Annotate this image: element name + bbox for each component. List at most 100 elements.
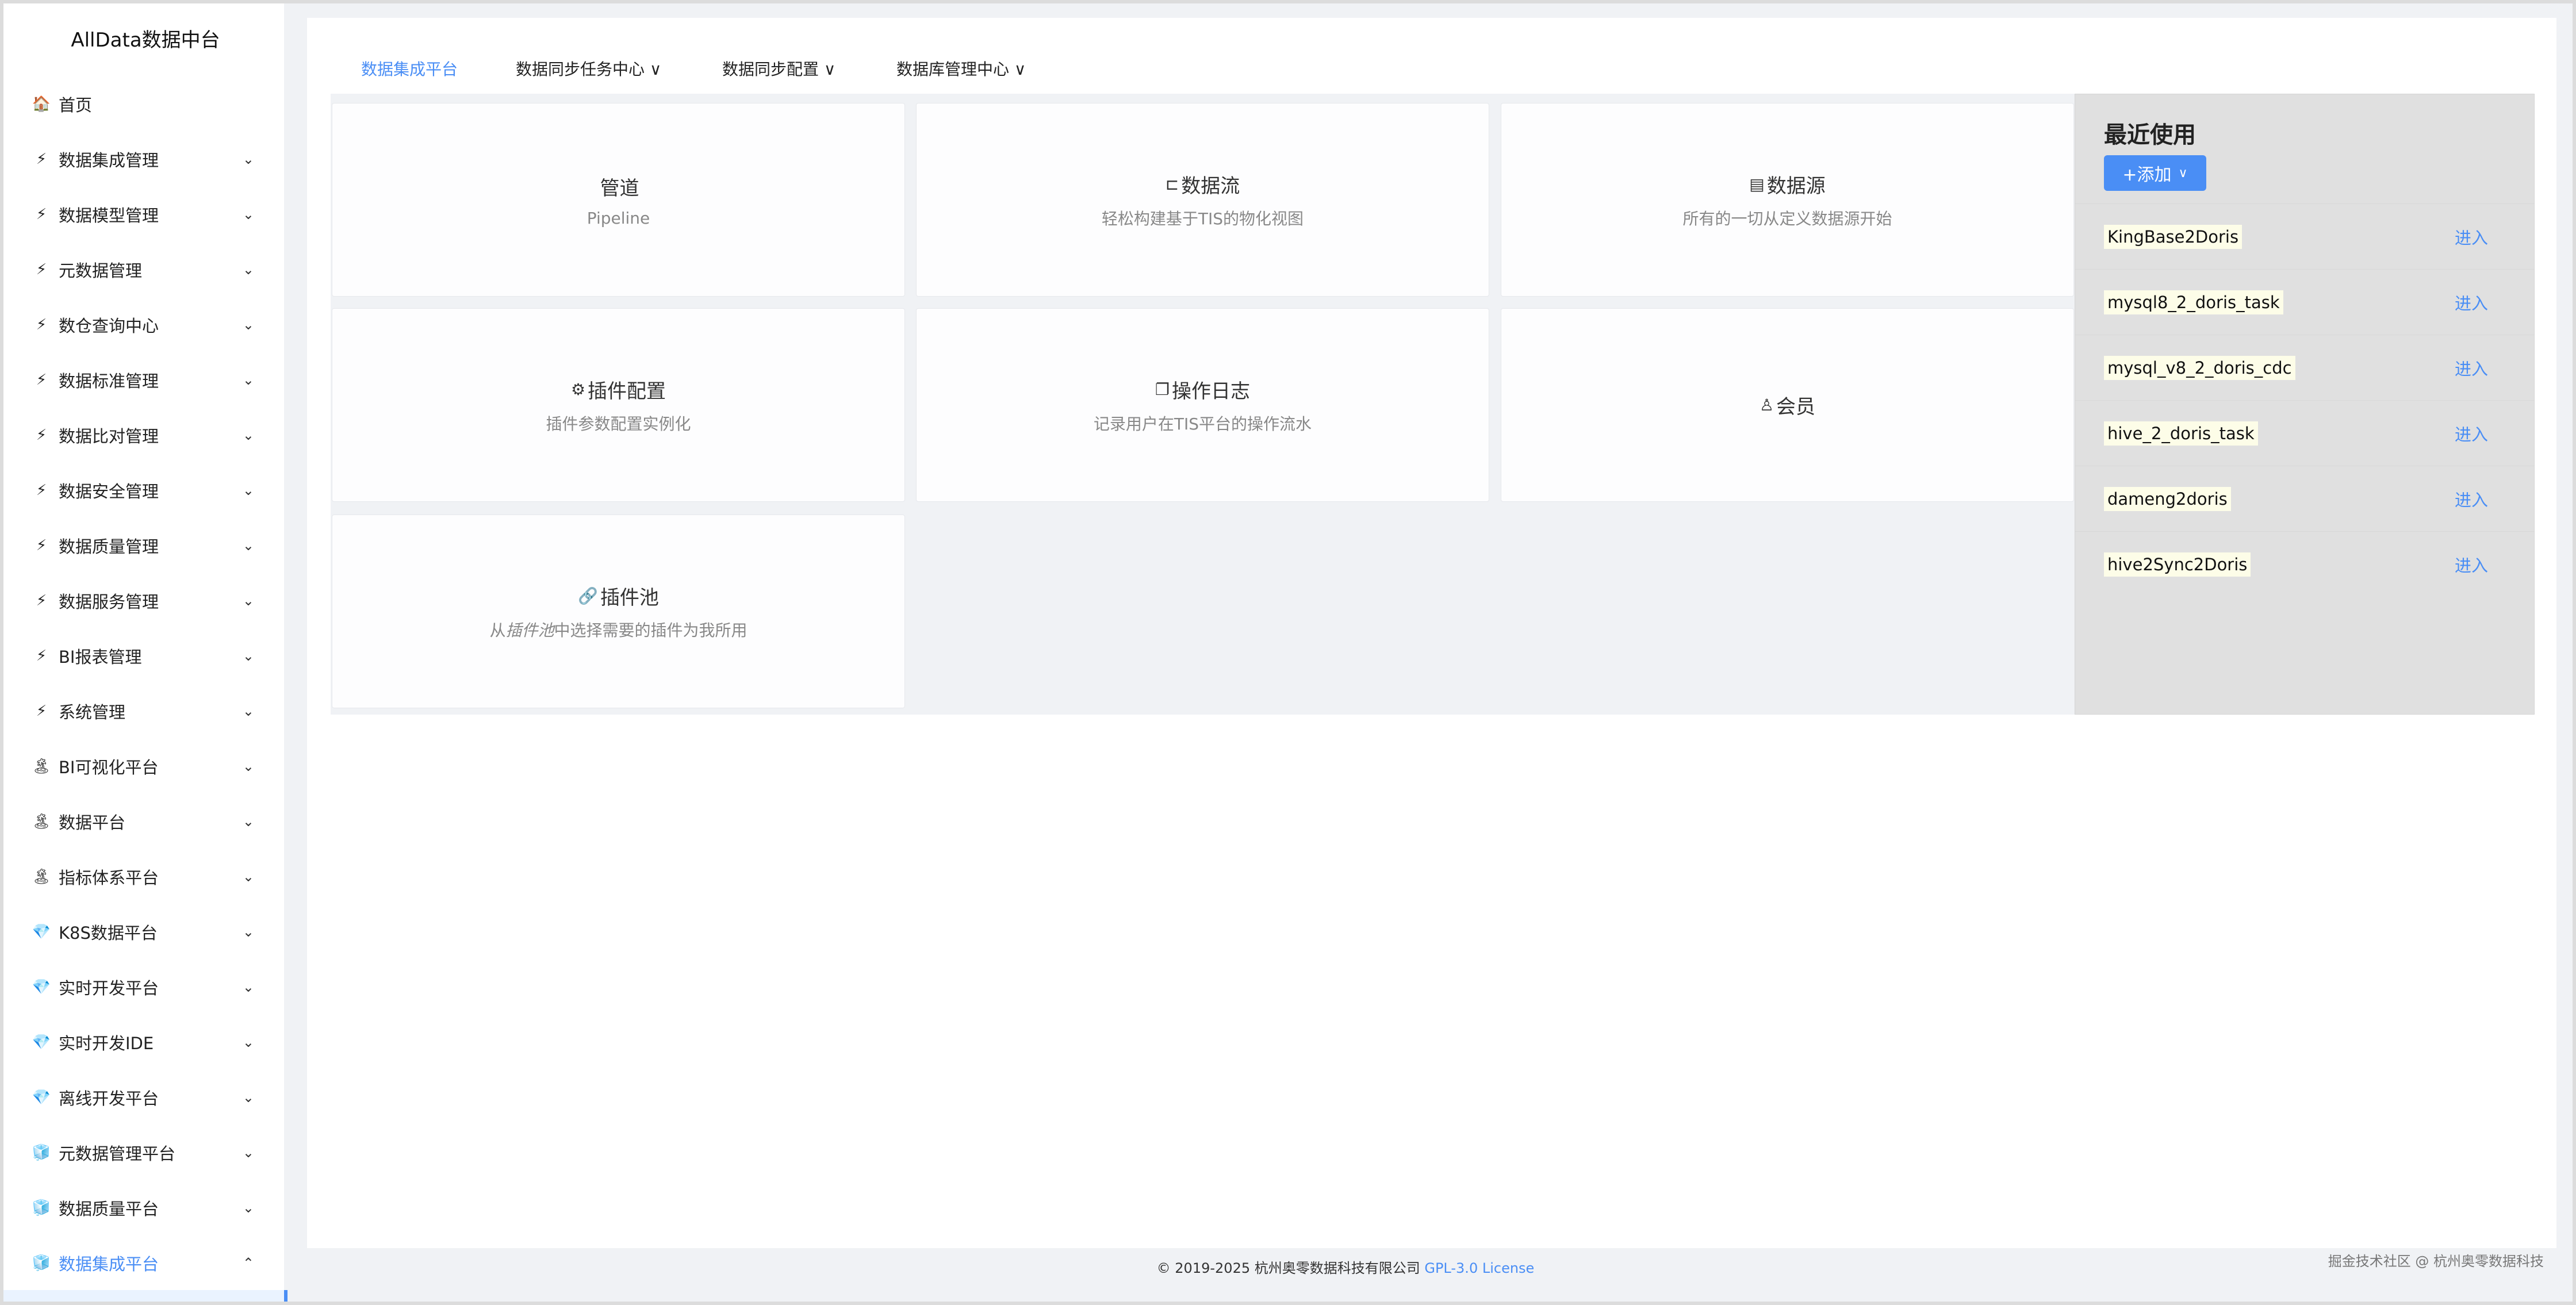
card-title: 数据源 <box>1767 170 1826 198</box>
card-icon: 🔗 <box>578 586 598 605</box>
menu-icon: ⚡ <box>30 482 53 499</box>
sidebar-item[interactable]: ⚡ BI报表管理 ⌄ <box>30 633 271 679</box>
sidebar-item[interactable]: ⚡数据质量管理⌄ <box>30 523 271 569</box>
sidebar-item[interactable]: ⚡数据集成管理⌄ <box>30 136 271 182</box>
recent-item: hive2Sync2Doris进入 <box>2075 531 2534 597</box>
chevron-down-icon: ⌄ <box>243 813 254 830</box>
sidebar-item[interactable]: 💎离线开发平台⌄ <box>30 1074 271 1120</box>
tab[interactable]: 数据库管理中心 ∨ <box>896 57 1026 80</box>
card-subtitle: Pipeline <box>587 209 650 228</box>
sidebar-item[interactable]: 💎实时开发平台⌄ <box>30 964 271 1010</box>
recent-item: hive_2_doris_task进入 <box>2075 400 2534 466</box>
sidebar-item-label: 实时开发平台 <box>59 975 159 999</box>
sidebar-item[interactable]: 🏝 BI可视化平台 ⌄ <box>30 743 271 789</box>
sidebar-item[interactable]: 🏠首页 <box>30 81 271 127</box>
feature-card[interactable]: 管道 Pipeline <box>332 103 905 297</box>
card-icon: ❐ <box>1155 380 1170 399</box>
feature-card[interactable]: ⊏数据流轻松构建基于TIS的物化视图 <box>916 103 1489 297</box>
menu-icon: ⚡ <box>30 537 53 554</box>
chevron-down-icon: ⌄ <box>243 758 254 774</box>
sidebar-item[interactable]: 🧊数据质量平台⌄ <box>30 1185 271 1231</box>
feature-card[interactable]: 🔗插件池从插件池中选择需要的插件为我所用 <box>332 515 905 708</box>
sidebar-item-label: 数据比对管理 <box>59 423 159 447</box>
license-link[interactable]: GPL-3.0 License <box>1424 1260 1534 1276</box>
tab[interactable]: 数据集成平台 <box>361 57 458 80</box>
sidebar-item-label: 指标体系平台 <box>59 865 159 889</box>
menu-icon: 💎 <box>30 1034 53 1051</box>
recent-item-name: mysql8_2_doris_task <box>2104 290 2283 314</box>
card-icon: ♙ <box>1759 396 1774 414</box>
menu-icon: 💎 <box>30 1089 53 1106</box>
chevron-down-icon: ⌄ <box>243 648 254 664</box>
sidebar-item[interactable]: 🏝指标体系平台⌄ <box>30 854 271 900</box>
sidebar-item-label: 数据标准管理 <box>59 368 159 392</box>
feature-card[interactable]: ⚙插件配置插件参数配置实例化 <box>332 308 905 502</box>
sidebar-item[interactable]: ⚡数据模型管理⌄ <box>30 191 271 237</box>
enter-link[interactable]: 进入 <box>2455 487 2488 511</box>
chevron-down-icon: ⌄ <box>243 317 254 333</box>
footer: © 2019-2025 杭州奥零数据科技有限公司 GPL-3.0 License <box>307 1257 2556 1277</box>
sidebar-item-label: BI报表管理 <box>59 644 141 668</box>
tab[interactable]: 数据同步任务中心 ∨ <box>516 57 661 80</box>
menu-icon: 🏝 <box>30 758 53 775</box>
feature-card[interactable]: ▤数据源所有的一切从定义数据源开始 <box>1501 103 2074 297</box>
chevron-down-icon: ⌄ <box>243 869 254 885</box>
sidebar-item[interactable]: ⚡元数据管理⌄ <box>30 247 271 293</box>
sidebar-item[interactable]: ⚡数据服务管理⌄ <box>30 578 271 624</box>
tab[interactable]: 数据同步配置 ∨ <box>722 57 835 80</box>
enter-link[interactable]: 进入 <box>2455 290 2488 314</box>
menu-icon: ⚡ <box>30 592 53 609</box>
card-icon: ⚙ <box>571 380 585 399</box>
menu-icon: ⚡ <box>30 316 53 333</box>
enter-link[interactable]: 进入 <box>2455 552 2488 577</box>
sidebar-item-label: 实时开发IDE <box>59 1030 154 1054</box>
chevron-down-icon: ⌄ <box>243 703 254 719</box>
sidebar-item-label: 数据质量平台 <box>59 1196 159 1220</box>
chevron-down-icon: ⌄ <box>243 427 254 443</box>
card-title: 数据流 <box>1181 170 1240 198</box>
sidebar-item[interactable]: ⚡ 数仓查询中心 ⌄ <box>30 302 271 348</box>
sidebar-item-label: 数仓查询中心 <box>59 313 159 337</box>
menu-icon: ⚡ <box>30 261 53 278</box>
sidebar-item[interactable]: ⚡数据比对管理⌄ <box>30 412 271 458</box>
chevron-down-icon: ⌄ <box>243 1200 254 1216</box>
sidebar: AllData数据中台 🏠首页⚡数据集成管理⌄⚡数据模型管理⌄⚡元数据管理⌄⚡数… <box>3 3 288 1302</box>
feature-card[interactable]: ❐操作日志记录用户在TIS平台的操作流水 <box>916 308 1489 502</box>
menu-icon: ⚡ <box>30 151 53 168</box>
enter-link[interactable]: 进入 <box>2455 225 2488 249</box>
recent-item: dameng2doris 进入 <box>2075 466 2534 531</box>
add-button[interactable]: +添加∨ <box>2104 155 2206 191</box>
sidebar-item[interactable]: 💎K8S数据平台⌄ <box>30 909 271 955</box>
feature-card[interactable]: ♙会员 <box>1501 308 2074 502</box>
sidebar-item[interactable]: ⚡数据标准管理⌄ <box>30 357 271 403</box>
sidebar-item[interactable]: 🏝数据平台⌄ <box>30 799 271 845</box>
menu-icon: 🏠 <box>30 95 53 113</box>
recent-item-name: dameng2doris <box>2104 487 2231 511</box>
menu-icon: ⚡ <box>30 647 53 665</box>
sidebar-item-label: 数据模型管理 <box>59 202 159 227</box>
sidebar-item[interactable]: 💎 实时开发IDE ⌄ <box>30 1019 271 1065</box>
card-icon: ▤ <box>1749 175 1764 194</box>
chevron-down-icon: ⌄ <box>243 262 254 278</box>
card-title: 插件配置 <box>588 375 666 404</box>
chevron-down-icon: ⌄ <box>243 1089 254 1106</box>
recent-item: mysql_v8_2_doris_cdc进入 <box>2075 335 2534 400</box>
chevron-down-icon: ⌄ <box>243 1145 254 1161</box>
card-title: 管道 <box>600 172 639 201</box>
copyright: © 2019-2025 杭州奥零数据科技有限公司 <box>1157 1260 1425 1276</box>
sidebar-item-label: 数据平台 <box>59 809 125 834</box>
chevron-down-icon: ⌄ <box>243 1034 254 1050</box>
sidebar-item[interactable]: ⚡系统管理⌄ <box>30 688 271 734</box>
sidebar-item[interactable]: 🧊元数据管理平台⌄ <box>30 1130 271 1176</box>
card-subtitle: 记录用户在TIS平台的操作流水 <box>1094 412 1312 435</box>
submenu-active-indicator[interactable] <box>3 1290 288 1302</box>
card-icon: ⊏ <box>1166 175 1179 194</box>
sidebar-item[interactable]: 🧊数据集成平台⌃ <box>30 1240 271 1286</box>
sidebar-item[interactable]: ⚡数据安全管理⌄ <box>30 467 271 513</box>
chevron-down-icon: ⌄ <box>243 482 254 498</box>
sidebar-item-label: BI可视化平台 <box>59 754 158 778</box>
enter-link[interactable]: 进入 <box>2455 356 2488 380</box>
enter-link[interactable]: 进入 <box>2455 421 2488 446</box>
chevron-down-icon: ⌄ <box>243 372 254 388</box>
menu-icon: 🧊 <box>30 1254 53 1272</box>
